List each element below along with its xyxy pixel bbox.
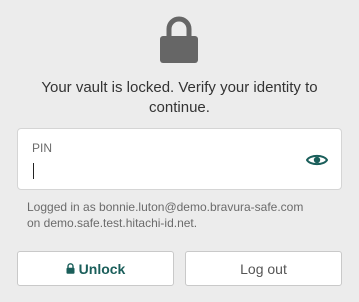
pin-input[interactable]	[31, 162, 301, 180]
logout-label: Log out	[240, 260, 287, 277]
logout-button[interactable]: Log out	[185, 251, 342, 286]
login-info-line-1: Logged in as bonnie.luton@demo.bravura-s…	[27, 200, 304, 214]
vault-locked-page: Your vault is locked. Verify your identi…	[0, 0, 359, 302]
unlock-label: Unlock	[78, 260, 126, 277]
login-info-line-2: on demo.safe.test.hitachi-id.net.	[27, 216, 198, 230]
pin-label: PIN	[32, 141, 53, 155]
pin-field[interactable]: PIN	[17, 128, 342, 190]
eye-icon[interactable]	[306, 153, 328, 167]
text-caret	[33, 163, 34, 179]
locked-message-line-1: Your vault is locked. Verify your identi…	[41, 79, 318, 96]
lock-icon	[66, 262, 75, 274]
locked-message: Your vault is locked. Verify your identi…	[0, 78, 359, 118]
locked-message-line-2: continue.	[149, 99, 210, 116]
login-info: Logged in as bonnie.luton@demo.bravura-s…	[27, 199, 303, 231]
unlock-button[interactable]: Unlock	[17, 251, 174, 286]
lock-icon	[160, 16, 198, 63]
